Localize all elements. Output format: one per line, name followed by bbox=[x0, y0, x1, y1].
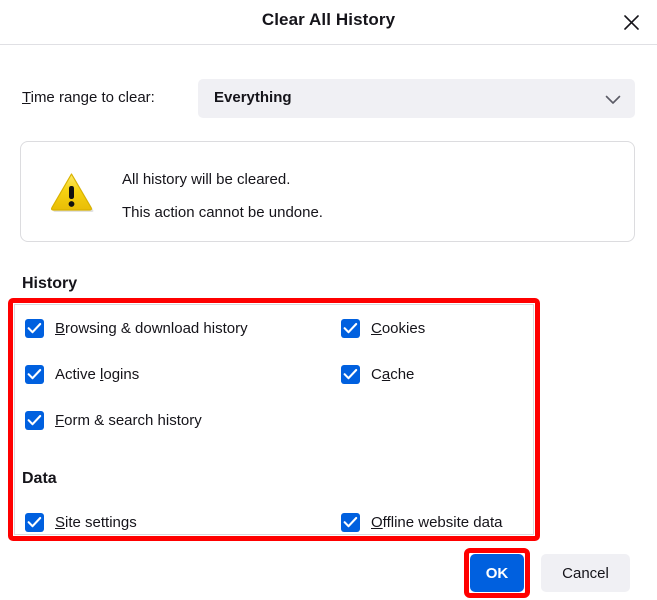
label-text: ogins bbox=[103, 366, 139, 383]
checkbox-label: Cookies bbox=[371, 320, 425, 337]
time-range-label: Time range to clear: bbox=[22, 89, 155, 106]
accelerator-letter: B bbox=[55, 320, 65, 337]
warning-line-2: This action cannot be undone. bbox=[122, 196, 323, 229]
warning-panel: All history will be cleared. This action… bbox=[20, 141, 635, 242]
checkbox-label: Site settings bbox=[55, 514, 137, 531]
checkbox-indicator bbox=[341, 319, 360, 338]
accelerator-letter: F bbox=[55, 412, 64, 429]
time-range-label-text: ime range to clear: bbox=[31, 89, 155, 106]
checkbox-label: Offline website data bbox=[371, 514, 502, 531]
checkbox-active-logins[interactable]: Active logins bbox=[25, 365, 139, 384]
checkbox-label: Active logins bbox=[55, 366, 139, 383]
checkbox-form-search-history[interactable]: Form & search history bbox=[25, 411, 202, 430]
time-range-accelerator: T bbox=[22, 89, 31, 106]
accelerator-letter: O bbox=[371, 514, 383, 531]
time-range-row: Time range to clear: Everything bbox=[22, 79, 635, 118]
label-text: ite settings bbox=[65, 514, 137, 531]
history-section-heading: History bbox=[22, 275, 77, 293]
checkbox-indicator bbox=[25, 365, 44, 384]
warning-line-1: All history will be cleared. bbox=[122, 163, 323, 196]
label-text: orm & search history bbox=[64, 412, 202, 429]
cancel-button[interactable]: Cancel bbox=[541, 554, 630, 592]
checkbox-indicator bbox=[25, 319, 44, 338]
label-text: ookies bbox=[382, 320, 425, 337]
time-range-select[interactable]: Everything bbox=[198, 79, 635, 118]
checkbox-offline-website-data[interactable]: Offline website data bbox=[341, 513, 502, 532]
checkbox-indicator bbox=[25, 411, 44, 430]
accelerator-letter: C bbox=[371, 320, 382, 337]
checkbox-browsing-download-history[interactable]: Browsing & download history bbox=[25, 319, 248, 338]
chevron-down-icon bbox=[605, 92, 621, 110]
accelerator-letter: a bbox=[382, 366, 390, 383]
checkbox-label: Form & search history bbox=[55, 412, 202, 429]
close-icon[interactable] bbox=[615, 7, 647, 37]
ok-button[interactable]: OK bbox=[470, 554, 524, 592]
accelerator-letter: S bbox=[55, 514, 65, 531]
data-section-heading: Data bbox=[22, 470, 57, 488]
checkbox-indicator bbox=[341, 513, 360, 532]
label-text-pre: Active bbox=[55, 366, 100, 383]
checkbox-label: Browsing & download history bbox=[55, 320, 248, 337]
checkbox-label: Cache bbox=[371, 366, 414, 383]
dialog-titlebar: Clear All History bbox=[0, 0, 657, 45]
warning-text: All history will be cleared. This action… bbox=[122, 163, 323, 229]
time-range-selected-value: Everything bbox=[214, 89, 292, 106]
checkbox-indicator bbox=[25, 513, 44, 532]
dialog-title: Clear All History bbox=[0, 10, 657, 30]
checkbox-indicator bbox=[341, 365, 360, 384]
label-text: che bbox=[390, 366, 414, 383]
checkbox-site-settings[interactable]: Site settings bbox=[25, 513, 137, 532]
checkbox-cache[interactable]: Cache bbox=[341, 365, 414, 384]
label-text-pre: C bbox=[371, 366, 382, 383]
warning-triangle-icon bbox=[48, 170, 96, 214]
label-text: rowsing & download history bbox=[65, 320, 248, 337]
checkbox-cookies[interactable]: Cookies bbox=[341, 319, 425, 338]
label-text: ffline website data bbox=[383, 514, 503, 531]
